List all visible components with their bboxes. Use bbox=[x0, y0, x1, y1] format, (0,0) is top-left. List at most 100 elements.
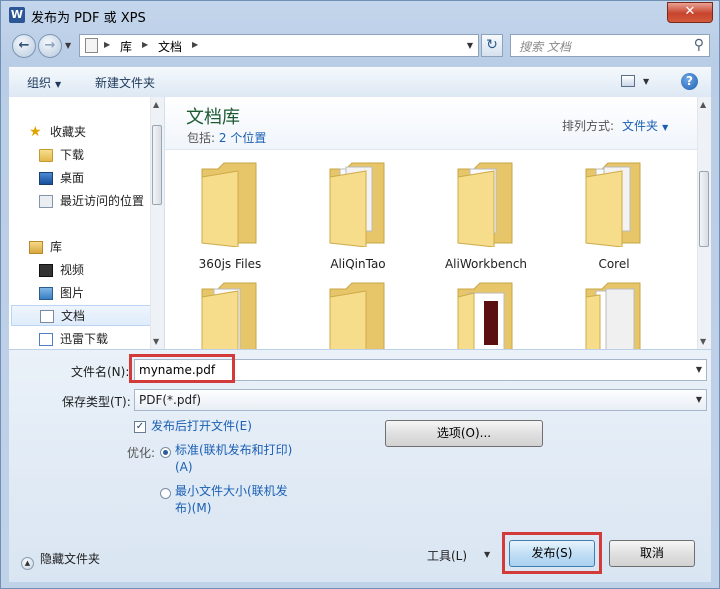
folder-icon bbox=[329, 282, 385, 349]
breadcrumb-documents[interactable]: 文档 bbox=[158, 38, 182, 55]
nav-item-pictures[interactable]: 图片 bbox=[9, 283, 149, 304]
change-view-icon[interactable] bbox=[621, 75, 635, 87]
search-input[interactable]: 搜索 文档 ⚲ bbox=[510, 34, 710, 57]
chevron-right-icon[interactable]: ▶ bbox=[142, 40, 148, 49]
chevron-down-icon: ▼ bbox=[55, 80, 62, 89]
word-app-icon: W bbox=[9, 7, 25, 23]
folder-with-files-icon bbox=[201, 282, 257, 349]
optimize-standard-label[interactable]: 标准(联机发布和打印) (A) bbox=[175, 442, 292, 476]
chevron-down-icon[interactable]: ▼ bbox=[662, 123, 668, 132]
folder-icon bbox=[201, 162, 257, 247]
view-options-dropdown-icon[interactable]: ▼ bbox=[643, 77, 649, 86]
recent-places-icon bbox=[39, 195, 53, 208]
library-location-icon bbox=[85, 38, 98, 53]
nav-item-libraries[interactable]: 库 bbox=[9, 237, 149, 258]
nav-pane-scrollbar[interactable]: ▲ ▼ bbox=[150, 97, 164, 349]
optimize-minimum-line2: 布)(M) bbox=[175, 501, 212, 515]
document-icon bbox=[40, 310, 54, 323]
nav-item-recent-places[interactable]: 最近访问的位置 bbox=[9, 191, 149, 212]
optimize-minimum-label[interactable]: 最小文件大小(联机发 布)(M) bbox=[175, 483, 288, 517]
nav-item-thunder-downloads[interactable]: 迅雷下载 bbox=[9, 329, 149, 349]
command-bar: 组织 ▼ 新建文件夹 ▼ ? bbox=[9, 67, 711, 98]
save-type-label: 保存类型(T): bbox=[62, 395, 131, 409]
scroll-down-icon[interactable]: ▼ bbox=[700, 337, 706, 346]
optimize-standard-radio[interactable] bbox=[160, 447, 171, 458]
folder-tile[interactable] bbox=[431, 279, 541, 349]
open-after-publish-label[interactable]: 发布后打开文件(E) bbox=[151, 418, 252, 435]
folder-label: AliWorkbench bbox=[444, 257, 528, 271]
nav-item-downloads[interactable]: 下载 bbox=[9, 145, 149, 166]
save-options-panel: 文件名(N): myname.pdf ▼ 保存类型(T): PDF(*.pdf)… bbox=[9, 350, 711, 582]
nav-item-desktop[interactable]: 桌面 bbox=[9, 168, 149, 189]
search-placeholder: 搜索 文档 bbox=[519, 40, 571, 54]
forward-button[interactable]: → bbox=[38, 34, 62, 58]
tools-menu[interactable]: 工具(L) bbox=[427, 547, 467, 564]
scroll-up-icon[interactable]: ▲ bbox=[153, 100, 159, 109]
nav-label-recent: 最近访问的位置 bbox=[60, 194, 145, 208]
filename-label: 文件名(N): bbox=[71, 365, 130, 379]
nav-item-favorites[interactable]: ★ 收藏夹 bbox=[9, 122, 149, 143]
scroll-down-icon[interactable]: ▼ bbox=[153, 337, 159, 346]
tools-dropdown-icon[interactable]: ▼ bbox=[484, 550, 490, 559]
new-folder-button[interactable]: 新建文件夹 bbox=[95, 74, 155, 91]
help-icon[interactable]: ? bbox=[681, 73, 698, 90]
folder-tile[interactable] bbox=[559, 279, 669, 349]
hide-folders-toggle[interactable]: ▲ 隐藏文件夹 bbox=[21, 550, 100, 570]
breadcrumb-libraries[interactable]: 库 bbox=[120, 38, 132, 55]
nav-label-desktop: 桌面 bbox=[60, 171, 85, 185]
desktop-icon bbox=[39, 172, 53, 185]
file-list-scrollbar[interactable]: ▲ ▼ bbox=[697, 97, 711, 349]
back-button[interactable]: ← bbox=[12, 34, 36, 58]
chevron-right-icon[interactable]: ▶ bbox=[192, 40, 198, 49]
address-bar[interactable]: ▶ 库 ▶ 文档 ▶ ▼ bbox=[79, 34, 479, 57]
refresh-button[interactable]: ↻ bbox=[481, 34, 503, 57]
folder-tile[interactable]: AliWorkbench bbox=[431, 159, 541, 277]
scrollbar-thumb[interactable] bbox=[152, 125, 162, 205]
save-type-select[interactable]: PDF(*.pdf) ▼ bbox=[134, 389, 707, 411]
chevron-right-icon[interactable]: ▶ bbox=[104, 40, 110, 49]
folder-label: AliQinTao bbox=[330, 257, 386, 271]
folder-tile[interactable] bbox=[175, 279, 285, 349]
window-title: 发布为 PDF 或 XPS bbox=[31, 11, 146, 26]
cancel-button[interactable]: 取消 bbox=[609, 540, 695, 567]
forward-arrow-icon: → bbox=[44, 38, 56, 53]
hide-folders-label: 隐藏文件夹 bbox=[40, 552, 101, 566]
includes-label: 包括: bbox=[187, 131, 216, 145]
nav-label-favorites: 收藏夹 bbox=[50, 125, 87, 139]
folder-tile[interactable]: Corel bbox=[559, 159, 669, 277]
scroll-up-icon[interactable]: ▲ bbox=[700, 100, 706, 109]
nav-item-documents[interactable]: 文档 bbox=[11, 305, 151, 326]
organize-menu[interactable]: 组织 ▼ bbox=[27, 74, 61, 91]
search-icon[interactable]: ⚲ bbox=[694, 37, 704, 53]
optimize-standard-line2: (A) bbox=[175, 460, 193, 474]
nav-label-documents: 文档 bbox=[61, 309, 86, 323]
optimize-minimum-radio[interactable] bbox=[160, 488, 171, 499]
folder-tile[interactable] bbox=[303, 279, 413, 349]
file-list-pane: 文档库 包括: 2 个位置 排列方式: 文件夹 ▼ 360js Files Al… bbox=[165, 97, 711, 349]
organize-label: 组织 bbox=[27, 76, 52, 90]
recent-locations-dropdown-icon[interactable]: ▼ bbox=[65, 41, 71, 50]
title-bar: W 发布为 PDF 或 XPS ✕ bbox=[1, 1, 719, 29]
folder-tile[interactable]: 360js Files bbox=[175, 159, 285, 277]
save-type-dropdown-icon[interactable]: ▼ bbox=[696, 390, 702, 410]
library-includes: 包括: 2 个位置 bbox=[187, 129, 266, 146]
folder-tile[interactable]: AliQinTao bbox=[303, 159, 413, 277]
scrollbar-thumb[interactable] bbox=[699, 171, 709, 247]
close-button[interactable]: ✕ bbox=[667, 2, 713, 23]
nav-item-videos[interactable]: 视频 bbox=[9, 260, 149, 281]
filename-dropdown-icon[interactable]: ▼ bbox=[696, 360, 702, 380]
options-button[interactable]: 选项(O)... bbox=[385, 420, 543, 447]
address-dropdown-icon[interactable]: ▼ bbox=[467, 41, 473, 50]
library-title: 文档库 bbox=[186, 107, 240, 128]
includes-locations-link[interactable]: 2 个位置 bbox=[219, 131, 266, 145]
optimize-minimum-line1: 最小文件大小(联机发 bbox=[175, 484, 288, 498]
folder-with-files-icon bbox=[329, 162, 385, 247]
nav-label-thunder: 迅雷下载 bbox=[60, 332, 109, 346]
arrange-by-dropdown[interactable]: 文件夹 bbox=[622, 119, 658, 133]
nav-label-libraries: 库 bbox=[50, 240, 63, 254]
publish-dialog: W 发布为 PDF 或 XPS ✕ ← → ▼ ▶ 库 ▶ 文档 ▶ ▼ ↻ 搜… bbox=[0, 0, 720, 589]
open-after-publish-checkbox[interactable]: ✓ bbox=[134, 421, 146, 433]
navigation-pane: ★ 收藏夹 下载 桌面 最近访问的位置 库 视频 图片 文档 迅雷下载 ▲ ▼ bbox=[9, 97, 165, 349]
nav-label-pictures: 图片 bbox=[60, 286, 85, 300]
publish-highlight-box bbox=[502, 532, 602, 574]
